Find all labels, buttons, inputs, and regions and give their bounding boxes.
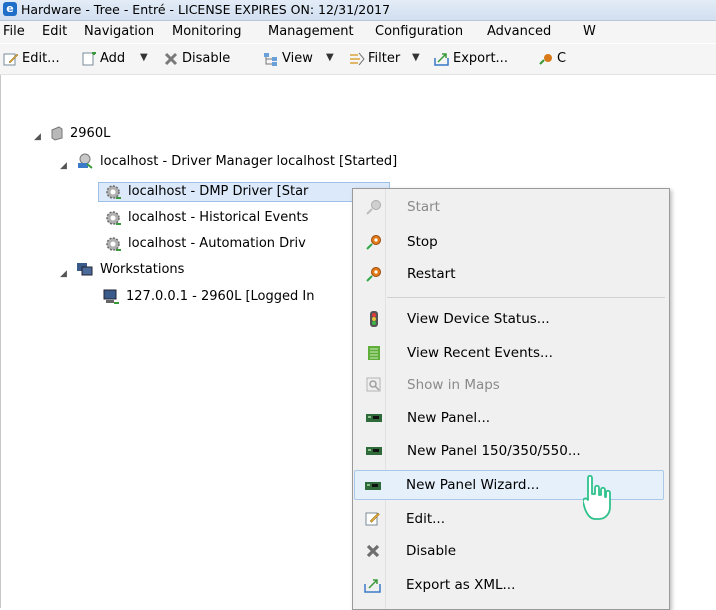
add-icon — [82, 52, 96, 66]
tree-node-automation-driver[interactable]: localhost - Automation Driv — [128, 234, 306, 254]
menu-advanced[interactable]: Advanced — [487, 24, 551, 39]
ctx-export-xml[interactable]: Export as XML... — [406, 577, 515, 593]
export-icon — [364, 579, 381, 593]
panel-board-icon — [366, 447, 382, 455]
menu-separator — [387, 297, 665, 298]
ctx-edit[interactable]: Edit... — [406, 511, 445, 527]
view-icon — [264, 53, 277, 66]
ctx-stop[interactable]: Stop — [407, 234, 438, 250]
map-search-icon — [366, 377, 381, 392]
menu-bar: File Edit Navigation Monitoring Manageme… — [0, 21, 716, 43]
menu-file[interactable]: File — [3, 24, 25, 39]
tree-node-historical-events[interactable]: localhost - Historical Events — [128, 208, 308, 228]
menu-management[interactable]: Management — [268, 24, 354, 39]
expand-toggle-root[interactable]: ◢ — [34, 132, 41, 142]
view-button[interactable]: View — [282, 51, 313, 66]
gear-icon — [106, 211, 121, 225]
filter-button[interactable]: Filter — [368, 51, 400, 66]
ctx-start: Start — [407, 199, 440, 215]
command-button[interactable]: C — [557, 51, 566, 66]
gear-icon — [106, 237, 121, 251]
add-button[interactable]: Add — [100, 51, 125, 66]
workstations-icon — [77, 263, 93, 276]
edit-icon — [3, 53, 19, 66]
menu-window[interactable]: W — [583, 24, 596, 39]
ctx-disable[interactable]: Disable — [406, 543, 456, 559]
panel-board-icon — [366, 414, 382, 422]
menu-edit[interactable]: Edit — [42, 24, 67, 39]
expand-toggle-driver-manager[interactable]: ◢ — [60, 161, 67, 171]
toolbar: Edit... Add ▼ Disable View ▼ Filter ▼ Ex… — [0, 44, 716, 75]
command-icon — [539, 54, 552, 65]
disable-button[interactable]: Disable — [182, 51, 230, 66]
edit-icon — [365, 512, 380, 526]
context-menu: Start Stop Restart View Device Status...… — [352, 188, 670, 610]
ctx-new-panel-wizard[interactable]: New Panel Wizard... — [406, 477, 539, 493]
ctx-view-device-status[interactable]: View Device Status... — [407, 311, 550, 327]
tree-node-dmp-driver[interactable]: localhost - DMP Driver [Star — [128, 182, 308, 202]
export-button[interactable]: Export... — [453, 51, 508, 66]
menu-monitoring[interactable]: Monitoring — [172, 24, 242, 39]
filter-icon — [350, 52, 365, 66]
ctx-new-panel[interactable]: New Panel... — [407, 410, 490, 426]
events-list-icon — [368, 346, 380, 360]
menu-configuration[interactable]: Configuration — [375, 24, 463, 39]
window-title: Hardware - Tree - Entré - LICENSE EXPIRE… — [21, 2, 391, 17]
workstation-icon — [103, 289, 119, 304]
tree-node-driver-manager[interactable]: localhost - Driver Manager localhost [St… — [100, 152, 397, 172]
restart-icon — [366, 267, 381, 282]
gear-icon — [106, 185, 121, 199]
site-icon — [51, 126, 63, 141]
ctx-new-panel-150[interactable]: New Panel 150/350/550... — [407, 443, 581, 459]
filter-dropdown-caret[interactable]: ▼ — [412, 52, 420, 63]
panel-left-border — [0, 75, 1, 608]
add-dropdown-caret[interactable]: ▼ — [140, 52, 148, 63]
tree-node-workstations[interactable]: Workstations — [100, 260, 184, 280]
ctx-restart[interactable]: Restart — [407, 266, 456, 282]
disable-icon — [366, 544, 380, 558]
view-dropdown-caret[interactable]: ▼ — [326, 52, 334, 63]
edit-button[interactable]: Edit... — [22, 51, 60, 66]
disable-icon — [164, 52, 178, 66]
traffic-light-icon — [370, 311, 378, 327]
panel-board-icon — [365, 482, 381, 490]
tree-node-workstation[interactable]: 127.0.0.1 - 2960L [Logged In — [126, 287, 314, 307]
driver-manager-icon — [78, 153, 93, 169]
hand-cursor-icon — [583, 474, 611, 520]
export-icon — [434, 53, 449, 66]
tree-node-root[interactable]: 2960L — [70, 124, 110, 144]
menu-navigation[interactable]: Navigation — [84, 24, 154, 39]
ctx-show-in-maps: Show in Maps — [407, 377, 500, 393]
app-icon: e — [3, 2, 17, 16]
expand-toggle-workstations[interactable]: ◢ — [60, 269, 67, 279]
title-bar: e Hardware - Tree - Entré - LICENSE EXPI… — [0, 0, 716, 21]
start-icon — [366, 200, 381, 215]
stop-icon — [366, 235, 381, 250]
ctx-view-recent-events[interactable]: View Recent Events... — [407, 345, 553, 361]
